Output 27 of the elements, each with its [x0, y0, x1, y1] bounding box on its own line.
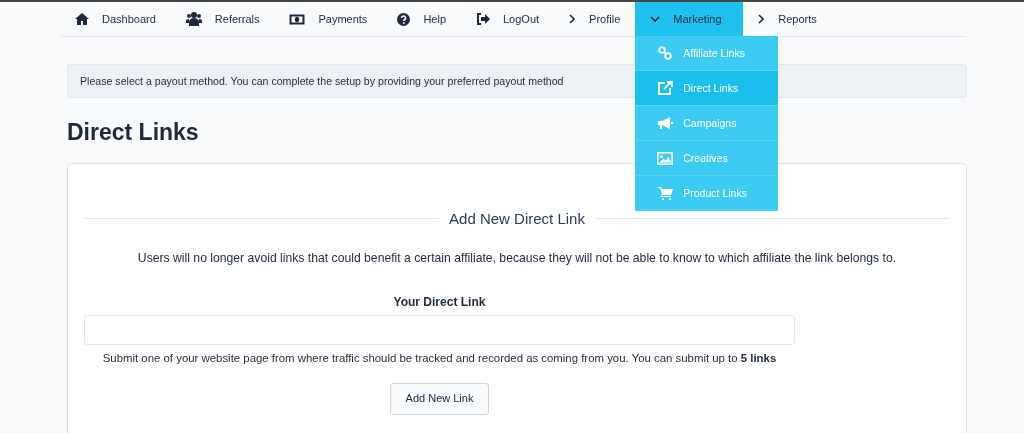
input-field[interactable] — [84, 315, 795, 345]
description-text: Users will no longer avoid links that could benefit a certain affiliate, because they will not be able to know to which affiliate the link belongs to. — [136, 251, 898, 265]
chevron-right-icon — [758, 14, 766, 24]
cart-icon — [657, 186, 673, 200]
field-label: Your Direct Link — [393, 295, 486, 309]
page-title: Direct Links — [67, 119, 199, 147]
users-icon — [185, 12, 202, 26]
help-text: Submit one of your website page from where traffic should be tracked and recorded as coming from you. You can submit up to 5 links — [101, 351, 778, 366]
image-icon — [657, 151, 674, 165]
nav-item[interactable]: Profile — [554, 2, 636, 36]
megaphone-icon — [657, 116, 673, 130]
chevron-right-icon — [569, 14, 577, 24]
link-icon — [658, 46, 673, 60]
nav-item[interactable]: Reports — [743, 2, 834, 36]
help-icon — [397, 12, 411, 26]
nav-item[interactable]: Dashboard — [60, 2, 171, 36]
add-link-button[interactable]: Add New Link — [389, 383, 490, 415]
logout-icon — [476, 13, 490, 25]
section-legend: Add New Direct Link — [449, 210, 585, 227]
banknote-icon — [289, 13, 306, 25]
nav-item[interactable]: Help — [382, 2, 461, 36]
home-icon — [75, 13, 89, 25]
external-link-icon — [657, 81, 673, 95]
chevron-down-icon — [650, 15, 661, 23]
nav-item[interactable]: LogOut — [461, 2, 555, 36]
nav-item[interactable]: Referrals — [170, 2, 275, 36]
nav-item[interactable]: Payments — [274, 2, 383, 36]
